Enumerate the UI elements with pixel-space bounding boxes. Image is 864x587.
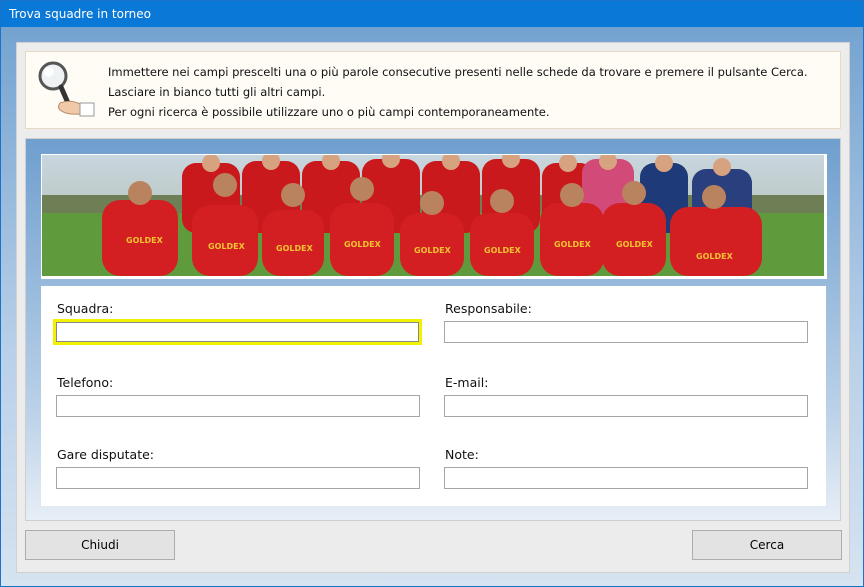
info-line-2: Lasciare in bianco tutti gli altri campi… [108, 85, 326, 99]
note-field[interactable] [444, 467, 808, 489]
svg-text:GOLDEX: GOLDEX [344, 240, 382, 249]
squadra-field[interactable] [53, 319, 422, 345]
label-responsabile: Responsabile: [445, 301, 532, 316]
svg-text:GOLDEX: GOLDEX [276, 244, 314, 253]
svg-text:GOLDEX: GOLDEX [616, 240, 654, 249]
info-line-3: Per ogni ricerca è possibile utilizzare … [108, 105, 550, 119]
svg-text:GOLDEX: GOLDEX [484, 246, 522, 255]
label-telefono: Telefono: [57, 375, 114, 390]
svg-text:GOLDEX: GOLDEX [696, 252, 734, 261]
label-note: Note: [445, 447, 479, 462]
label-email: E-mail: [445, 375, 489, 390]
instructions-box: Immettere nei campi prescelti una o più … [25, 51, 841, 129]
email-field[interactable] [444, 395, 808, 417]
label-squadra: Squadra: [57, 301, 114, 316]
search-form: Squadra: Responsabile: Telefono: E-mail:… [41, 286, 826, 506]
svg-text:GOLDEX: GOLDEX [208, 242, 246, 251]
app-window: Trova squadre in torneo Immettere nei ca… [0, 0, 864, 587]
gare-field[interactable] [56, 467, 420, 489]
search-panel: GOLDEX GOLDEX GOLDEX GOLDEX GOLDEX GOLDEX G… [25, 138, 841, 521]
window-title: Trova squadre in torneo [9, 7, 152, 21]
dialog-content: Immettere nei campi prescelti una o più … [16, 42, 850, 573]
team-photo-banner: GOLDEX GOLDEX GOLDEX GOLDEX GOLDEX GOLDEX G… [41, 150, 827, 279]
close-button[interactable]: Chiudi [25, 530, 175, 560]
search-button[interactable]: Cerca [692, 530, 842, 560]
responsabile-field[interactable] [444, 321, 808, 343]
info-line-1: Immettere nei campi prescelti una o più … [108, 65, 808, 79]
svg-text:GOLDEX: GOLDEX [126, 236, 164, 245]
telefono-field[interactable] [56, 395, 420, 417]
magnifier-hand-icon [36, 59, 96, 124]
svg-text:GOLDEX: GOLDEX [414, 246, 452, 255]
svg-text:GOLDEX: GOLDEX [554, 240, 592, 249]
title-bar: Trova squadre in torneo [1, 1, 863, 27]
label-gare: Gare disputate: [57, 447, 155, 462]
